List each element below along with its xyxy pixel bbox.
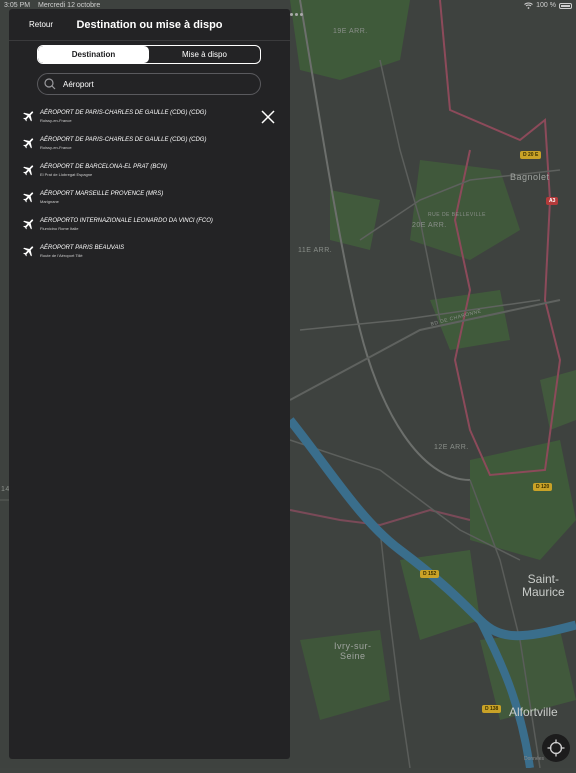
result-item[interactable]: AÉROPORT DE PARIS-CHARLES DE GAULLE (CDG…	[9, 105, 290, 132]
map-label-alfortville: Alfortville	[509, 705, 558, 719]
road-badge-d138: D 138	[482, 705, 502, 713]
result-item[interactable]: AÉROPORT DE BARCELONA-EL PRAT (BCN) El P…	[9, 159, 290, 186]
page-title: Destination ou mise à dispo	[76, 19, 223, 31]
result-subtitle: Fiumicino Rome Italie	[40, 226, 79, 231]
crosshair-icon	[547, 739, 565, 757]
result-subtitle: Marignane	[40, 199, 59, 204]
locate-me-button[interactable]	[542, 734, 570, 762]
status-date: Mercredi 12 octobre	[38, 2, 101, 9]
airplane-icon	[23, 192, 34, 203]
tab-mise-a-dispo[interactable]: Mise à dispo	[149, 46, 260, 63]
result-title: AEROPORTO INTERNAZIONALE LEONARDO DA VIN…	[40, 218, 213, 224]
result-title: AÉROPORT DE BARCELONA-EL PRAT (BCN)	[40, 164, 168, 170]
map-label-saint-maurice: Saint- Maurice	[522, 572, 565, 599]
destination-panel: Retour Destination ou mise à dispo Desti…	[9, 9, 303, 759]
airplane-icon	[23, 111, 34, 122]
panel-grabber[interactable]	[290, 13, 303, 16]
battery-icon	[559, 2, 572, 9]
result-subtitle: El Prat de Llobregat Espagne	[40, 172, 93, 177]
result-item[interactable]: AÉROPORT DE PARIS-CHARLES DE GAULLE (CDG…	[9, 132, 290, 159]
map-attribution[interactable]: Données	[524, 756, 544, 762]
map-label-20e-arr: 20E ARR.	[412, 222, 447, 229]
segmented-control: Destination Mise à dispo	[37, 45, 261, 64]
airplane-icon	[23, 219, 34, 230]
tab-destination[interactable]: Destination	[38, 46, 149, 63]
battery-percent: 100 %	[536, 2, 556, 9]
map-label-11e-arr: 11E ARR.	[298, 247, 333, 254]
result-title: AÉROPORT DE PARIS-CHARLES DE GAULLE (CDG…	[40, 137, 207, 143]
result-item[interactable]: AÉROPORT PARIS BEAUVAIS Route de l'Aérop…	[9, 240, 290, 267]
airplane-icon	[23, 138, 34, 149]
result-subtitle: Route de l'Aéroport Tillé	[40, 253, 83, 258]
road-badge-d120: D 120	[533, 483, 553, 491]
search-icon	[44, 78, 56, 90]
road-badge-d20e: D 20 E	[520, 151, 542, 159]
result-subtitle: Roissy-en-France	[40, 145, 72, 150]
wifi-icon	[524, 2, 533, 9]
map-label-ivry: Ivry-sur- Seine	[334, 641, 372, 661]
result-title: AÉROPORT MARSEILLE PROVENCE (MRS)	[40, 191, 164, 197]
result-title: AÉROPORT PARIS BEAUVAIS	[40, 245, 125, 251]
panel-header: Retour Destination ou mise à dispo	[9, 9, 290, 41]
road-badge-d152: D 152	[420, 570, 440, 578]
result-item[interactable]: AÉROPORT MARSEILLE PROVENCE (MRS) Marign…	[9, 186, 290, 213]
map-label-19e-arr: 19E ARR.	[333, 28, 368, 35]
status-right: 100 %	[524, 2, 572, 9]
result-title: AÉROPORT DE PARIS-CHARLES DE GAULLE (CDG…	[40, 110, 207, 116]
map-label-rue-belleville: RUE DE BELLEVILLE	[428, 212, 486, 218]
airplane-icon	[23, 165, 34, 176]
map-label-12e-arr: 12E ARR.	[434, 444, 469, 451]
status-time: 3:05 PM	[4, 2, 31, 9]
result-item[interactable]: AEROPORTO INTERNAZIONALE LEONARDO DA VIN…	[9, 213, 290, 240]
airplane-icon	[23, 246, 34, 257]
road-badge-a3: A3	[546, 197, 559, 205]
results-list: AÉROPORT DE PARIS-CHARLES DE GAULLE (CDG…	[9, 105, 290, 267]
map-label-bagnolet: Bagnolet	[510, 172, 550, 182]
result-subtitle: Roissy-en-France	[40, 118, 72, 123]
search-bar	[37, 73, 261, 95]
search-input[interactable]	[63, 77, 253, 91]
